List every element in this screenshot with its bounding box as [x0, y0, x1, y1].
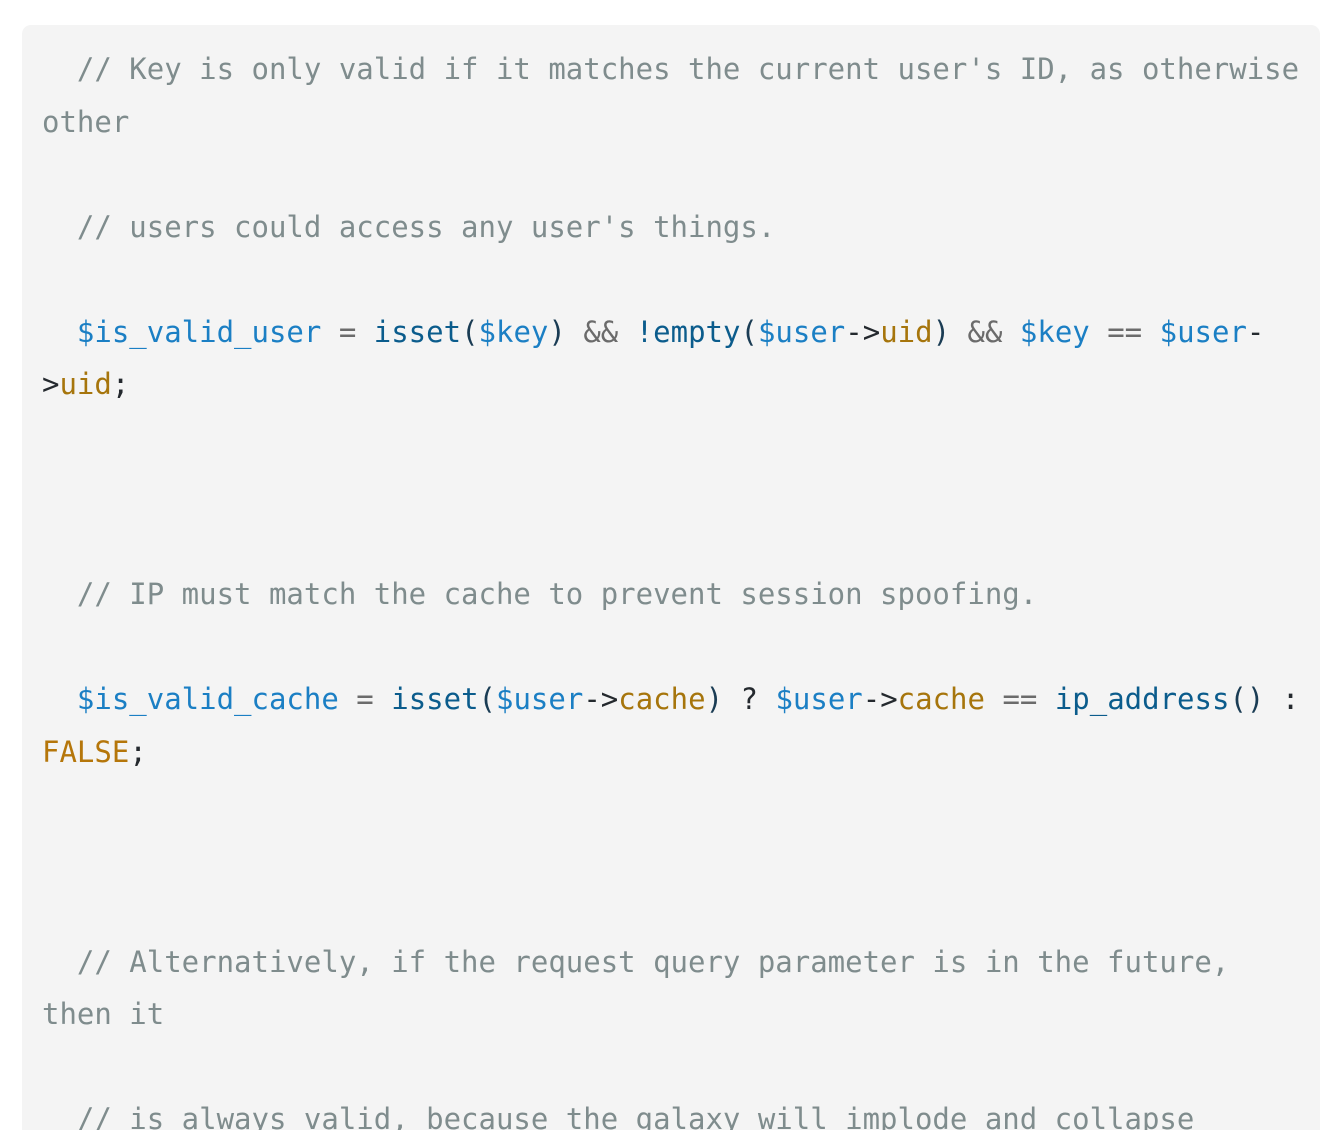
code-token: () [1229, 682, 1265, 716]
code-line: // is always valid, because the galaxy w… [42, 1093, 1300, 1130]
code-block: // Key is only valid if it matches the c… [22, 25, 1320, 1130]
code-token: // IP must match the cache to prevent se… [42, 577, 1038, 611]
code-token: ip_address [1054, 682, 1230, 716]
code-token: cache [618, 682, 706, 716]
code-token: FALSE [42, 734, 130, 769]
code-token: = [338, 314, 357, 349]
code-token: $key [478, 314, 549, 349]
code-token: -> [862, 682, 898, 716]
code-token: // Key is only valid if it matches the c… [42, 52, 1317, 139]
code-token: == [1107, 314, 1143, 349]
code-token: ( [740, 314, 758, 349]
code-token: $key [1019, 314, 1090, 349]
code-token: && [967, 314, 1003, 349]
code-token: == [1002, 682, 1038, 716]
code-token: $user [496, 682, 584, 716]
code-token: ( [461, 314, 479, 349]
code-token: = [356, 682, 374, 716]
code-token: // Alternatively, if the request query p… [42, 944, 1247, 1032]
code-token: -> [583, 682, 619, 716]
code-token: ? [740, 682, 758, 716]
code-token: -> [845, 314, 881, 349]
code-token: ; [111, 367, 130, 401]
code-token: uid [59, 367, 112, 401]
code-line: // Alternatively, if the request query p… [42, 936, 1300, 1041]
code-content[interactable]: // Key is only valid if it matches the c… [42, 43, 1300, 1130]
code-line: // IP must match the cache to prevent se… [42, 568, 1300, 621]
code-token: $user [775, 682, 863, 716]
code-token: uid [880, 314, 933, 349]
code-token: // is always valid, because the galaxy w… [76, 1102, 1195, 1130]
code-token: // users could access any user's things. [42, 209, 776, 244]
code-line: // users could access any user's things. [42, 201, 1300, 254]
code-token: !empty [635, 314, 741, 349]
code-token: isset [391, 682, 479, 716]
code-token: isset [373, 314, 462, 349]
code-line: $is_valid_cache = isset($user->cache) ? … [42, 673, 1300, 778]
code-line: // Key is only valid if it matches the c… [42, 43, 1300, 148]
code-token: $is_valid_user [76, 314, 322, 349]
code-token: ) [932, 314, 951, 349]
code-token: ) [548, 314, 566, 349]
code-token: $is_valid_cache [76, 682, 339, 716]
code-token: cache [897, 682, 985, 716]
code-token: ) [705, 682, 724, 716]
code-token: ( [478, 682, 497, 716]
page-root: // Key is only valid if it matches the c… [0, 0, 1342, 1130]
code-token: ; [129, 734, 147, 769]
code-token: && [583, 314, 619, 349]
code-token: $user [1159, 314, 1247, 349]
code-token: $user [757, 314, 846, 349]
code-token: : [1281, 682, 1300, 716]
code-line: $is_valid_user = isset($key) && !empty($… [42, 306, 1300, 411]
